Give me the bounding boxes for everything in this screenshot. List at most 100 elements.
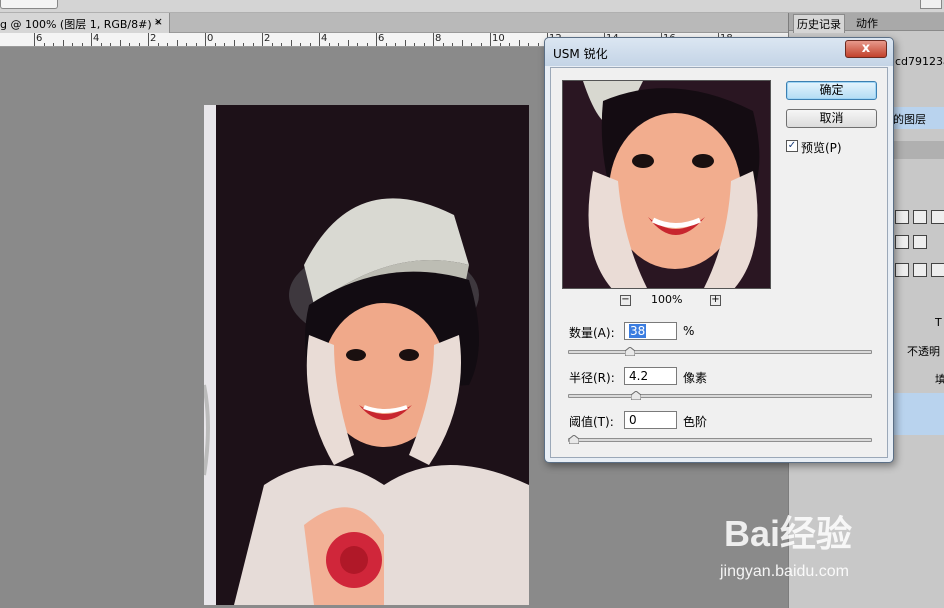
ruler-minor-tick (442, 43, 444, 46)
radius-label: 半径(R): (569, 371, 615, 385)
color-circles-icon[interactable] (913, 235, 927, 249)
ruler-minor-tick (471, 43, 472, 46)
triangle-icon[interactable] (931, 210, 944, 224)
ruler-minor-tick (480, 43, 482, 46)
ruler-minor-tick (328, 43, 330, 46)
ruler-label: 0 (207, 33, 214, 44)
ruler-minor-tick (138, 43, 140, 46)
ruler-major-tick (148, 33, 149, 46)
ruler-minor-tick (176, 40, 178, 46)
ruler-minor-tick (81, 43, 83, 46)
watermark-logo: Bai经验 (724, 513, 853, 554)
amount-unit: % (683, 324, 695, 338)
ruler-minor-tick (195, 43, 197, 46)
ruler-minor-tick (338, 43, 339, 46)
ruler-minor-tick (537, 43, 539, 46)
threshold-slider-thumb[interactable] (569, 435, 579, 444)
ruler-major-tick (34, 33, 35, 46)
zoom-in-button[interactable]: + (710, 295, 721, 306)
preview-checkbox-label: 预览(P) (801, 141, 842, 155)
document-tab-title: g @ 100% (图层 1, RGB/8#) * (0, 18, 161, 31)
ruler-minor-tick (186, 43, 187, 46)
ruler-minor-tick (423, 43, 425, 46)
ruler-minor-tick (281, 43, 282, 46)
watermark-url: jingyan.baidu.com (720, 563, 849, 580)
workspace-button[interactable] (920, 0, 942, 9)
close-icon[interactable]: x (845, 40, 887, 58)
document-tab-bar: g @ 100% (图层 1, RGB/8#) * × (0, 13, 788, 33)
threshold-slider[interactable] (568, 435, 872, 444)
tab-actions[interactable]: 动作 (853, 14, 881, 32)
document-tab[interactable]: g @ 100% (图层 1, RGB/8#) * × (0, 13, 170, 33)
ok-button[interactable]: 确定 (786, 81, 877, 100)
ruler-minor-tick (72, 43, 73, 46)
ruler-minor-tick (271, 43, 273, 46)
radius-value: 4.2 (629, 369, 649, 383)
ruler-minor-tick (509, 43, 510, 46)
camera-icon[interactable] (895, 235, 909, 249)
invert-icon[interactable] (913, 263, 927, 277)
ruler-minor-tick (461, 40, 463, 46)
ruler-minor-tick (499, 43, 501, 46)
threshold-value: 0 (629, 413, 637, 427)
ruler-label: 6 (378, 33, 385, 44)
ruler-minor-tick (395, 43, 396, 46)
zoom-out-button[interactable]: − (620, 295, 631, 306)
radius-input[interactable]: 4.2 (624, 367, 677, 385)
radius-slider[interactable] (568, 391, 872, 400)
gradient-icon[interactable] (931, 263, 944, 277)
ruler-minor-tick (452, 43, 453, 46)
ruler-major-tick (205, 33, 206, 46)
ruler-minor-tick (309, 43, 311, 46)
zoom-level: 100% (651, 293, 683, 306)
ruler-minor-tick (528, 43, 529, 46)
ruler-major-tick (262, 33, 263, 46)
preview-face-image (563, 81, 770, 288)
ruler-label: 4 (93, 33, 100, 44)
threshold-unit: 色阶 (683, 415, 708, 429)
ruler-minor-tick (347, 40, 349, 46)
cancel-button[interactable]: 取消 (786, 109, 877, 128)
ruler-minor-tick (243, 43, 244, 46)
radius-slider-thumb[interactable] (630, 391, 641, 400)
panel-tabs: 历史记录 动作 (789, 13, 944, 33)
ruler-label: 2 (150, 33, 157, 44)
ruler-minor-tick (167, 43, 168, 46)
radius-unit: 像素 (683, 371, 708, 385)
dialog-body: − 100% + 确定 取消 ✓ 预览(P) 数量(A): 38 % 半径(R)… (550, 67, 888, 458)
amount-slider-thumb[interactable] (624, 347, 635, 356)
amount-label: 数量(A): (569, 326, 615, 340)
layer-label: 的图层 (893, 113, 926, 126)
ruler-minor-tick (518, 40, 520, 46)
dialog-titlebar[interactable]: USM 锐化 x (545, 38, 893, 66)
options-button[interactable] (0, 0, 58, 9)
amount-input[interactable]: 38 (624, 322, 677, 340)
ruler-minor-tick (300, 43, 301, 46)
ruler-major-tick (490, 33, 491, 46)
threshold-input[interactable]: 0 (624, 411, 677, 429)
mixer-icon[interactable] (895, 263, 909, 277)
portrait-image (204, 105, 529, 605)
usm-sharpen-dialog: USM 锐化 x − 100% + 确定 取消 ✓ 预览(P) 数量(A): 3… (544, 37, 894, 463)
preview-image[interactable] (562, 80, 771, 289)
ruler-minor-tick (157, 43, 159, 46)
dialog-title: USM 锐化 (553, 47, 608, 61)
close-tab-icon[interactable]: × (154, 15, 163, 28)
ruler-minor-tick (214, 43, 216, 46)
levels-icon[interactable] (913, 210, 927, 224)
ruler-minor-tick (110, 43, 111, 46)
tab-history[interactable]: 历史记录 (793, 14, 845, 33)
amount-slider[interactable] (568, 347, 872, 356)
ruler-minor-tick (129, 43, 130, 46)
preview-checkbox[interactable]: ✓ (786, 140, 798, 152)
ruler-label: 10 (492, 33, 505, 44)
ruler-minor-tick (290, 40, 292, 46)
adjust-icon[interactable] (895, 210, 909, 224)
ruler-major-tick (433, 33, 434, 46)
ruler-minor-tick (404, 40, 406, 46)
ruler-label: 6 (36, 33, 43, 44)
ruler-minor-tick (53, 43, 54, 46)
document-photo[interactable] (204, 105, 529, 605)
amount-value: 38 (629, 324, 647, 338)
ruler-minor-tick (366, 43, 368, 46)
